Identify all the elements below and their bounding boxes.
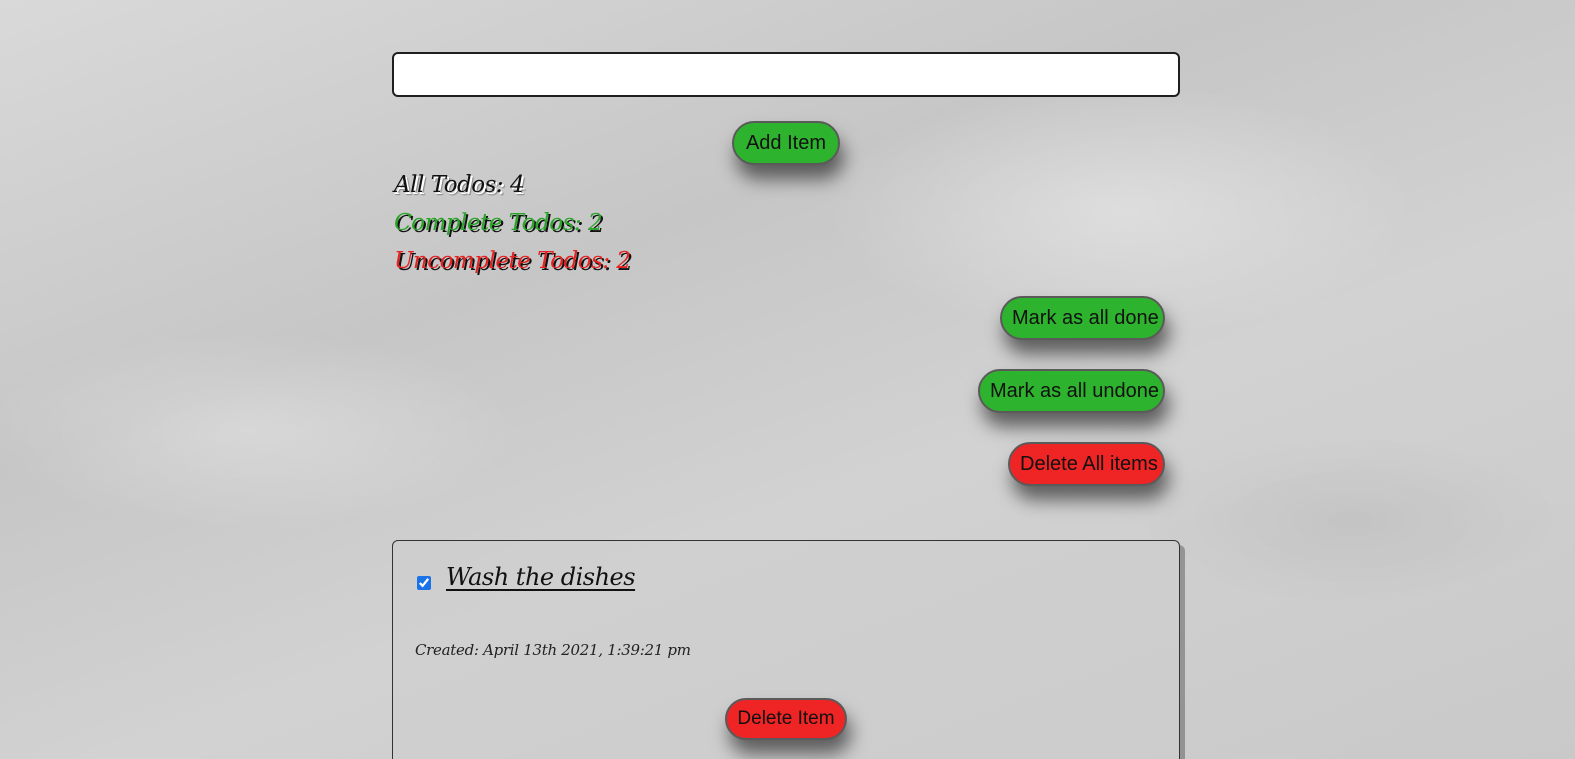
- delete-item-button[interactable]: Delete Item: [725, 698, 847, 740]
- todo-done-checkbox[interactable]: [417, 576, 431, 590]
- new-todo-input[interactable]: [392, 52, 1180, 97]
- uncomplete-todos-count: Uncomplete Todos: 2: [394, 248, 631, 274]
- complete-todos-count: Complete Todos: 2: [394, 210, 603, 236]
- mark-all-undone-button[interactable]: Mark as all undone: [978, 369, 1165, 413]
- all-todos-count: All Todos: 4: [394, 172, 525, 198]
- todo-created-timestamp: Created: April 13th 2021, 1:39:21 pm: [415, 641, 691, 659]
- mark-all-done-button[interactable]: Mark as all done: [1000, 296, 1165, 340]
- todo-title: Wash the dishes: [446, 563, 636, 591]
- todo-item-card: Wash the dishes Created: April 13th 2021…: [392, 540, 1180, 759]
- add-item-button[interactable]: Add Item: [732, 121, 840, 165]
- delete-all-items-button[interactable]: Delete All items: [1008, 442, 1165, 486]
